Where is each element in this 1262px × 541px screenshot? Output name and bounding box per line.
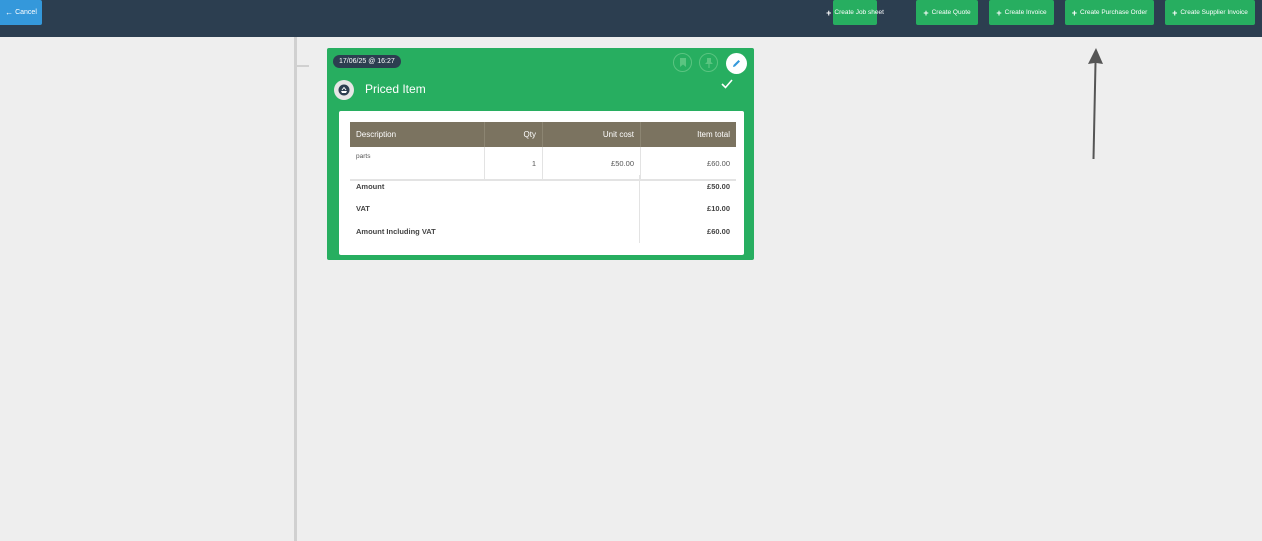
amount-value: £50.00 <box>707 181 730 191</box>
totals-table: Amount £50.00 VAT £10.00 Amount Includin… <box>350 175 736 243</box>
create-supplier-invoice-label: Create Supplier Invoice <box>1180 9 1248 16</box>
create-invoice-label: Create Invoice <box>1004 9 1047 16</box>
pencil-icon <box>733 60 740 67</box>
annotation-arrow <box>1088 48 1103 159</box>
create-purchase-order-label: Create Purchase Order <box>1080 9 1148 16</box>
create-quote-button[interactable]: + Create Quote <box>916 0 978 25</box>
column-header-qty: Qty <box>484 122 543 147</box>
timestamp-badge: 17/06/25 @ 16:27 <box>333 55 401 68</box>
item-icon <box>334 80 354 100</box>
cancel-button[interactable]: ← Cancel <box>0 0 42 25</box>
timeline-connector <box>297 65 309 67</box>
cancel-label: Cancel <box>15 9 37 16</box>
amount-incl-vat-value: £60.00 <box>707 226 730 236</box>
bookmark-icon <box>679 58 686 67</box>
create-job-sheet-label: Create Job sheet <box>834 9 884 16</box>
create-quote-label: Create Quote <box>931 9 971 16</box>
pin-button[interactable] <box>699 53 718 72</box>
items-panel: Description Qty Unit cost Item total par… <box>339 111 744 255</box>
vat-value: £10.00 <box>707 204 730 214</box>
priced-item-card: 17/06/25 @ 16:27 Priced Item Description… <box>327 48 754 260</box>
check-icon <box>720 77 734 95</box>
vat-label: VAT <box>350 197 640 220</box>
top-toolbar: ← Cancel + Create Job sheet + Create Quo… <box>0 0 1262 37</box>
arrow-left-icon: ← <box>5 8 14 17</box>
vat-row: VAT £10.00 <box>350 197 736 220</box>
amount-label: Amount <box>350 175 640 198</box>
create-supplier-invoice-button[interactable]: + Create Supplier Invoice <box>1165 0 1255 25</box>
create-invoice-button[interactable]: + Create Invoice <box>989 0 1054 25</box>
bookmark-button[interactable] <box>673 53 692 72</box>
plus-icon: + <box>1172 7 1178 18</box>
card-title: Priced Item <box>365 82 426 96</box>
amount-incl-vat-label: Amount Including VAT <box>350 220 640 243</box>
pin-icon <box>704 57 713 68</box>
items-table: Description Qty Unit cost Item total par… <box>350 122 736 181</box>
timeline-line <box>294 37 297 541</box>
column-header-unit-cost: Unit cost <box>542 122 641 147</box>
column-header-description: Description <box>350 122 485 147</box>
plus-icon: + <box>1071 7 1078 18</box>
plus-icon: + <box>826 7 832 18</box>
column-header-item-total: Item total <box>640 122 736 147</box>
plus-icon: + <box>923 7 929 18</box>
create-purchase-order-button[interactable]: + Create Purchase Order <box>1065 0 1154 25</box>
edit-button[interactable] <box>726 53 747 74</box>
create-job-sheet-button[interactable]: + Create Job sheet <box>826 0 884 25</box>
amount-row: Amount £50.00 <box>350 175 736 198</box>
amount-incl-vat-row: Amount Including VAT £60.00 <box>350 220 736 243</box>
plus-icon: + <box>996 7 1002 18</box>
